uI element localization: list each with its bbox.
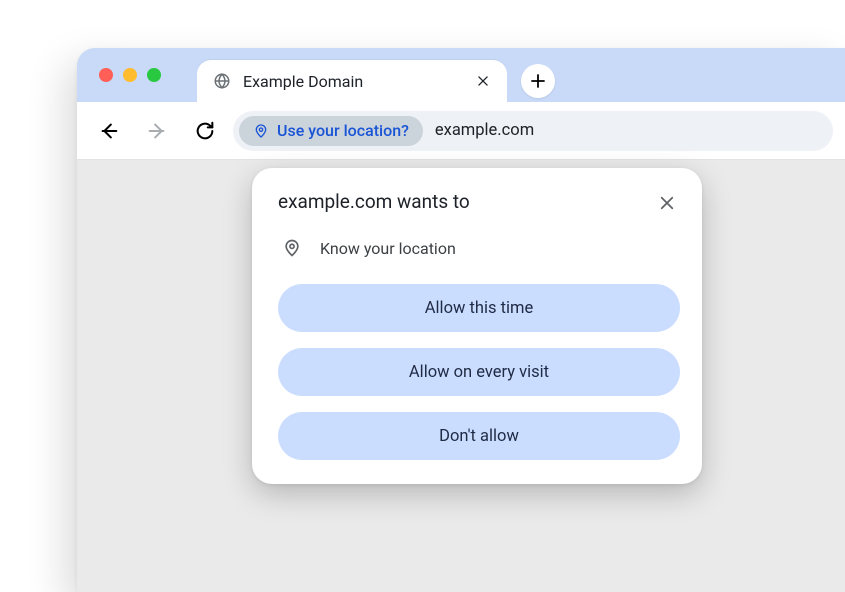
tab-title: Example Domain [243, 72, 461, 91]
url-text: example.com [435, 121, 534, 140]
permission-chip[interactable]: Use your location? [239, 116, 423, 146]
close-icon [658, 194, 676, 212]
browser-window: Example Domain [77, 48, 845, 592]
reload-button[interactable] [185, 111, 225, 151]
permission-dialog-close-button[interactable] [654, 190, 680, 216]
browser-tab[interactable]: Example Domain [197, 60, 507, 102]
permission-dialog-title: example.com wants to [278, 190, 470, 213]
tab-strip: Example Domain [77, 48, 845, 102]
allow-this-time-button[interactable]: Allow this time [278, 284, 680, 332]
arrow-left-icon [98, 120, 120, 142]
plus-icon [529, 72, 547, 90]
permission-chip-label: Use your location? [277, 121, 409, 140]
window-minimize-button[interactable] [123, 68, 137, 82]
window-controls [99, 68, 161, 82]
location-pin-icon [253, 123, 269, 139]
permission-request-row: Know your location [278, 238, 680, 258]
permission-request-label: Know your location [320, 239, 456, 258]
address-bar[interactable]: Use your location? example.com [233, 111, 833, 151]
location-pin-icon [282, 238, 302, 258]
window-maximize-button[interactable] [147, 68, 161, 82]
permission-dialog: example.com wants to Know your location … [252, 168, 702, 484]
back-button[interactable] [89, 111, 129, 151]
reload-icon [194, 120, 216, 142]
tab-close-button[interactable] [473, 71, 493, 91]
globe-icon [213, 72, 231, 90]
close-icon [476, 74, 490, 88]
toolbar: Use your location? example.com [77, 102, 845, 160]
dont-allow-button[interactable]: Don't allow [278, 412, 680, 460]
forward-button[interactable] [137, 111, 177, 151]
new-tab-button[interactable] [521, 64, 555, 98]
allow-on-every-visit-button[interactable]: Allow on every visit [278, 348, 680, 396]
window-close-button[interactable] [99, 68, 113, 82]
arrow-right-icon [146, 120, 168, 142]
